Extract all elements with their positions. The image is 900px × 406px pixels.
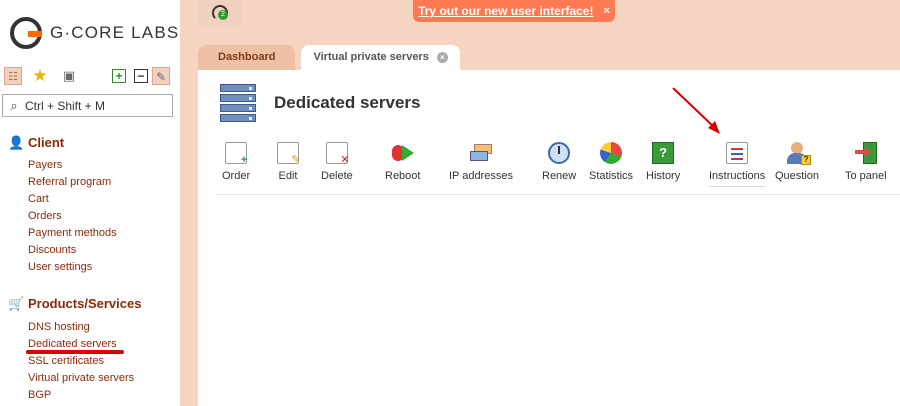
pin-icon[interactable]: ✎ (152, 67, 170, 85)
menu-item-virtual-private-servers[interactable]: Virtual private servers (28, 370, 134, 387)
question-button[interactable]: ? Question (775, 142, 819, 182)
history-icon: ? (652, 142, 675, 164)
menu-item-referral-program[interactable]: Referral program (28, 174, 117, 191)
reboot-button[interactable]: Reboot (385, 142, 420, 182)
menu-search: ⌕ (2, 94, 173, 117)
section-products-title: Products/Services (28, 296, 142, 311)
tab-dashboard-label: Dashboard (218, 51, 276, 63)
section-products[interactable]: 🛒 Products/Services (8, 296, 141, 311)
search-icon: ⌕ (10, 97, 18, 113)
tab-dashboard[interactable]: Dashboard (198, 45, 296, 70)
page-header: Dedicated servers (218, 82, 420, 124)
renew-clock-icon (548, 142, 571, 164)
favorites-star-icon[interactable]: ★ (31, 67, 49, 85)
tab-bar: Dashboard Virtual private servers × (198, 45, 460, 70)
to-panel-button[interactable]: To panel (845, 142, 887, 182)
server-rack-icon (218, 82, 260, 124)
menu-search-input[interactable] (25, 98, 165, 113)
briefcase-icon[interactable]: ▣ (60, 67, 78, 85)
instructions-icon (726, 142, 749, 164)
order-icon: + (225, 142, 247, 166)
support-button[interactable]: 2 (198, 0, 242, 26)
toolbar-divider (216, 194, 900, 195)
sidebar-splitter[interactable] (180, 0, 198, 406)
menu-item-user-settings[interactable]: User settings (28, 259, 117, 276)
menu-item-payers[interactable]: Payers (28, 157, 117, 174)
collapse-all-icon[interactable]: − (134, 69, 148, 83)
tab-virtual-private-servers[interactable]: Virtual private servers × (301, 45, 460, 70)
tree-view-icon[interactable]: ☷ (4, 67, 22, 85)
new-ui-link[interactable]: Try out our new user interface! (418, 4, 593, 18)
instructions-button[interactable]: Instructions (709, 142, 766, 187)
tab-close-icon[interactable]: × (436, 52, 448, 63)
page-title: Dedicated servers (274, 93, 421, 112)
menu-item-ssl-certificates[interactable]: SSL certificates (28, 353, 134, 370)
renew-button[interactable]: Renew (542, 142, 576, 182)
reboot-icon (391, 142, 414, 164)
delete-button[interactable]: ✕ Delete (321, 142, 353, 182)
menu-item-cart[interactable]: Cart (28, 191, 117, 208)
delete-icon: ✕ (325, 142, 350, 166)
menu-item-payment-methods[interactable]: Payment methods (28, 225, 117, 242)
cart-icon: 🛒 (8, 295, 25, 311)
action-toolbar: + Order ✎ Edit ✕ Delete Reboot IP addres… (198, 142, 900, 190)
new-ui-banner: Try out our new user interface! × (413, 0, 615, 22)
logo-text: G·CORE LABS (50, 23, 180, 42)
menu-item-bgp[interactable]: BGP (28, 387, 134, 404)
menu-item-orders[interactable]: Orders (28, 208, 117, 225)
edit-button[interactable]: ✎ Edit (277, 142, 301, 182)
client-menu: Payers Referral program Cart Orders Paym… (28, 157, 117, 276)
menu-item-discounts[interactable]: Discounts (28, 242, 117, 259)
annotation-underline (26, 350, 124, 354)
statistics-pie-icon (600, 142, 622, 164)
support-badge: 2 (218, 10, 228, 20)
client-user-icon: 👤 (8, 134, 25, 150)
menu-item-dns-hosting[interactable]: DNS hosting (28, 319, 134, 336)
tab-vps-label: Virtual private servers (313, 51, 429, 63)
order-button[interactable]: + Order (222, 142, 250, 182)
section-client-title: Client (28, 135, 65, 150)
ip-addresses-icon (470, 142, 492, 164)
products-menu: DNS hosting Dedicated servers SSL certif… (28, 319, 134, 404)
section-client[interactable]: 👤 Client (8, 135, 64, 150)
expand-all-icon[interactable]: + (112, 69, 126, 83)
history-button[interactable]: ? History (646, 142, 680, 182)
banner-close-icon[interactable]: × (603, 5, 609, 17)
brand-logo[interactable]: G·CORE LABS (10, 17, 179, 49)
sidebar-toolbar: ☷ ★ ▣ + − ✎ (4, 67, 172, 87)
ip-addresses-button[interactable]: IP addresses (449, 142, 513, 182)
statistics-button[interactable]: Statistics (589, 142, 633, 182)
to-panel-icon (854, 142, 877, 164)
question-user-icon: ? (786, 142, 812, 165)
main-content: Dedicated servers + Order ✎ Edit ✕ Delet… (198, 70, 900, 406)
logo-mark-icon (10, 17, 42, 49)
edit-pencil-icon: ✎ (277, 142, 301, 166)
sidebar: G·CORE LABS ☷ ★ ▣ + − ✎ ⌕ 👤 Client Payer… (0, 0, 180, 406)
